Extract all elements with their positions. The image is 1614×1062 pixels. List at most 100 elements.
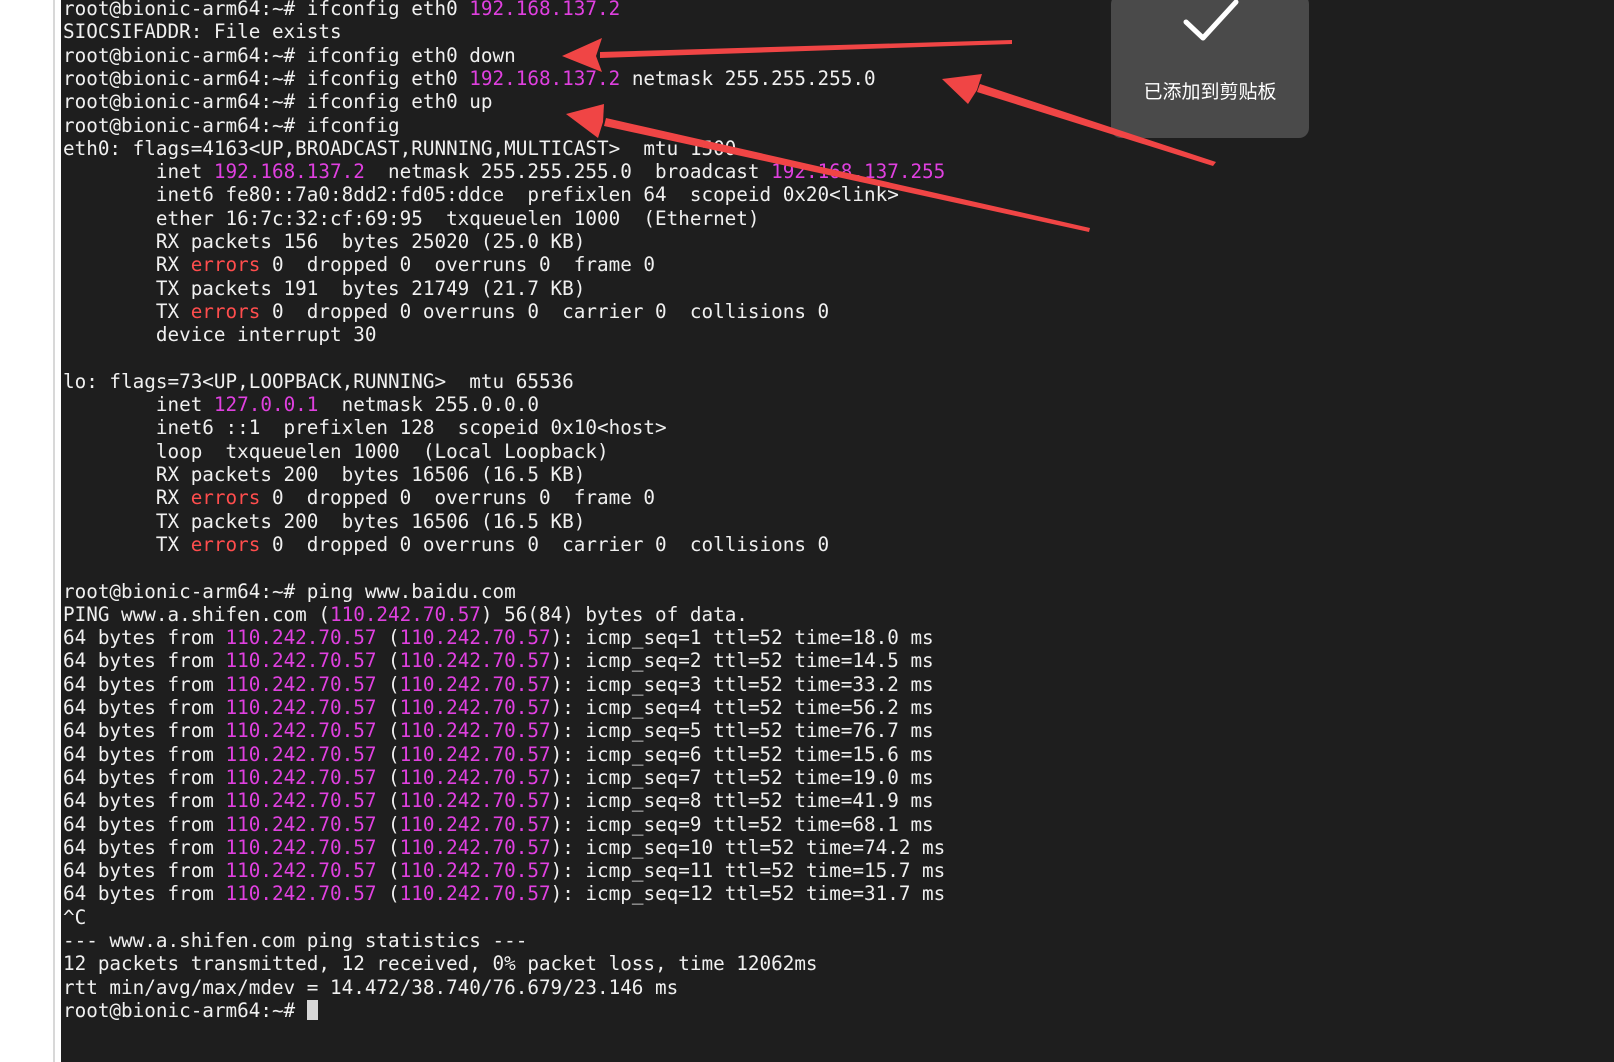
terminal-text: root@bionic-arm64:~# ifconfig (63, 113, 400, 137)
ip-address-text: 110.242.70.57 (225, 696, 377, 719)
terminal-line: RX errors 0 dropped 0 overruns 0 frame 0 (63, 253, 655, 277)
terminal-line: PING www.a.shifen.com (110.242.70.57) 56… (63, 603, 748, 627)
terminal-text: TX packets 191 bytes 21749 (21.7 KB) (63, 276, 586, 300)
terminal-line: 64 bytes from 110.242.70.57 (110.242.70.… (63, 859, 945, 883)
terminal-text: TX (63, 299, 191, 323)
terminal-line: rtt min/avg/max/mdev = 14.472/38.740/76.… (63, 976, 678, 1000)
terminal-line: 64 bytes from 110.242.70.57 (110.242.70.… (63, 719, 934, 743)
terminal-text: netmask 255.255.255.0 (620, 66, 876, 90)
terminal-line: 64 bytes from 110.242.70.57 (110.242.70.… (63, 649, 934, 673)
error-keyword-text: errors (190, 532, 261, 556)
terminal-text: lo: flags=73<UP,LOOPBACK,RUNNING> mtu 65… (63, 369, 574, 393)
terminal-line: lo: flags=73<UP,LOOPBACK,RUNNING> mtu 65… (63, 370, 574, 394)
terminal-line: --- www.a.shifen.com ping statistics --- (63, 929, 527, 953)
ip-address-text: 110.242.70.57 (399, 765, 551, 789)
ip-address-text: 110.242.70.57 (225, 719, 377, 743)
terminal-line: 64 bytes from 110.242.70.57 (110.242.70.… (63, 673, 934, 697)
error-keyword-text: errors (190, 253, 261, 277)
terminal-window[interactable]: root@bionic-arm64:~# ifconfig eth0 192.1… (61, 0, 1614, 1062)
terminal-text: ( (376, 719, 400, 743)
ip-address-text: 110.242.70.57 (225, 882, 377, 906)
terminal-line: root@bionic-arm64:~# (63, 999, 318, 1023)
terminal-text: 64 bytes from (63, 649, 226, 673)
error-keyword-text: errors (190, 486, 261, 510)
terminal-text: ( (376, 859, 400, 883)
terminal-text: ( (376, 742, 400, 766)
terminal-line: ^C (63, 906, 86, 930)
terminal-text: ): icmp_seq=7 ttl=52 time=19.0 ms (550, 765, 934, 789)
terminal-line: inet6 fe80::7a0:8dd2:fd05:ddce prefixlen… (63, 183, 899, 207)
terminal-text: ( (376, 789, 400, 813)
terminal-line: device interrupt 30 (63, 323, 377, 347)
terminal-text: ( (376, 812, 400, 836)
terminal-text: ): icmp_seq=10 ttl=52 time=74.2 ms (550, 835, 946, 859)
terminal-text: TX (63, 532, 191, 556)
terminal-text: root@bionic-arm64:~# ifconfig eth0 up (63, 90, 493, 114)
ip-address-text: 110.242.70.57 (225, 859, 377, 883)
terminal-line: 64 bytes from 110.242.70.57 (110.242.70.… (63, 696, 934, 720)
terminal-text: ): icmp_seq=2 ttl=52 time=14.5 ms (550, 649, 934, 673)
terminal-line: 64 bytes from 110.242.70.57 (110.242.70.… (63, 882, 945, 906)
terminal-line: SIOCSIFADDR: File exists (63, 20, 342, 44)
ip-address-text: 110.242.70.57 (399, 649, 551, 673)
terminal-text: RX packets 200 bytes 16506 (16.5 KB) (63, 463, 586, 486)
terminal-text: 64 bytes from (63, 742, 226, 766)
terminal-text: ( (376, 882, 400, 906)
terminal-text: 64 bytes from (63, 719, 226, 743)
terminal-text: ): icmp_seq=8 ttl=52 time=41.9 ms (550, 789, 934, 813)
terminal-text: 64 bytes from (63, 696, 226, 719)
margin-divider (53, 0, 55, 1062)
terminal-text: ( (376, 649, 400, 673)
terminal-text: 0 dropped 0 overruns 0 frame 0 (260, 253, 656, 277)
terminal-text: 64 bytes from (63, 672, 226, 696)
terminal-text: RX (63, 253, 191, 277)
ip-address-text: 110.242.70.57 (399, 812, 551, 836)
clipboard-toast: 已添加到剪贴板 (1111, 0, 1309, 138)
terminal-text: rtt min/avg/max/mdev = 14.472/38.740/76.… (63, 975, 679, 999)
terminal-line: 64 bytes from 110.242.70.57 (110.242.70.… (63, 789, 934, 813)
terminal-text: 0 dropped 0 overruns 0 carrier 0 collisi… (260, 532, 830, 556)
terminal-text: inet6 fe80::7a0:8dd2:fd05:ddce prefixlen… (63, 183, 899, 207)
checkmark-icon (1183, 0, 1239, 41)
ip-address-text: 110.242.70.57 (225, 765, 377, 789)
ip-address-text: 110.242.70.57 (225, 789, 377, 813)
terminal-text: eth0: flags=4163<UP,BROADCAST,RUNNING,MU… (63, 136, 737, 160)
terminal-line: TX packets 191 bytes 21749 (21.7 KB) (63, 276, 586, 301)
ip-address-text: 192.168.137.2 (469, 0, 621, 20)
terminal-text: 64 bytes from (63, 626, 226, 650)
terminal-line: TX errors 0 dropped 0 overruns 0 carrier… (63, 533, 829, 557)
terminal-line: TX packets 200 bytes 16506 (16.5 KB) (63, 510, 586, 534)
terminal-text: inet (63, 393, 214, 417)
ip-address-text: 192.168.137.2 (469, 66, 621, 90)
terminal-line: RX packets 156 bytes 25020 (25.0 KB) (63, 230, 586, 254)
ip-address-text: 110.242.70.57 (225, 835, 377, 859)
terminal-text: ): icmp_seq=12 ttl=52 time=31.7 ms (550, 882, 946, 906)
terminal-text: ( (376, 672, 400, 696)
terminal-text: netmask 255.0.0.0 (318, 393, 539, 417)
terminal-text: ): icmp_seq=1 ttl=52 time=18.0 ms (550, 626, 934, 650)
terminal-text: inet (63, 160, 214, 184)
terminal-text: PING www.a.shifen.com ( (63, 602, 330, 626)
terminal-text: netmask 255.255.255.0 broadcast (364, 160, 772, 184)
terminal-line: RX packets 200 bytes 16506 (16.5 KB) (63, 463, 586, 487)
ip-address-text: 110.242.70.57 (399, 859, 551, 883)
terminal-line: root@bionic-arm64:~# ping www.baidu.com (63, 580, 516, 604)
terminal-line: 64 bytes from 110.242.70.57 (110.242.70.… (63, 836, 945, 860)
terminal-text: 64 bytes from (63, 859, 226, 883)
ip-address-text: 110.242.70.57 (399, 882, 551, 906)
terminal-text: ether 16:7c:32:cf:69:95 txqueuelen 1000 … (63, 206, 760, 230)
terminal-text: ( (376, 835, 400, 859)
ip-address-text: 110.242.70.57 (399, 672, 551, 696)
terminal-line: eth0: flags=4163<UP,BROADCAST,RUNNING,MU… (63, 137, 736, 161)
ip-address-text: 192.168.137.2 (213, 160, 365, 184)
ip-address-text: 110.242.70.57 (225, 672, 377, 696)
terminal-text: ): icmp_seq=6 ttl=52 time=15.6 ms (550, 742, 934, 766)
ip-address-text: 110.242.70.57 (225, 742, 377, 766)
terminal-line: RX errors 0 dropped 0 overruns 0 frame 0 (63, 486, 655, 510)
terminal-text: ( (376, 626, 400, 650)
ip-address-text: 110.242.70.57 (399, 742, 551, 766)
terminal-line: root@bionic-arm64:~# ifconfig eth0 192.1… (63, 0, 620, 21)
terminal-text: 64 bytes from (63, 812, 226, 836)
terminal-line: 64 bytes from 110.242.70.57 (110.242.70.… (63, 626, 934, 650)
terminal-text: ) 56(84) bytes of data. (480, 602, 748, 626)
